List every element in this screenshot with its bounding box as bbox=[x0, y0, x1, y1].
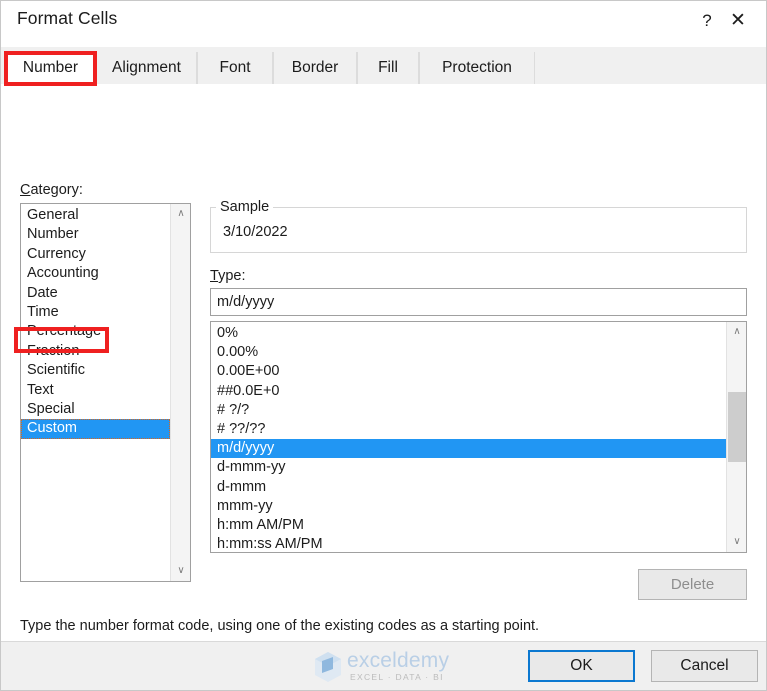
watermark-name: exceldemy bbox=[347, 649, 450, 672]
delete-button[interactable]: Delete bbox=[638, 569, 747, 600]
type-item[interactable]: # ??/?? bbox=[211, 420, 726, 439]
category-item[interactable]: Currency bbox=[21, 245, 170, 264]
type-item[interactable]: m/d/yyyy bbox=[211, 439, 726, 459]
category-item[interactable]: Time bbox=[21, 303, 170, 322]
type-label-rest: ype: bbox=[218, 268, 246, 284]
watermark-tagline: EXCEL · DATA · BI bbox=[350, 672, 444, 682]
type-item[interactable]: d-mmm bbox=[211, 478, 726, 497]
category-item[interactable]: Date bbox=[21, 284, 170, 303]
tab-fill[interactable]: Fill bbox=[357, 52, 419, 85]
type-item[interactable]: 0.00% bbox=[211, 343, 726, 362]
close-icon[interactable]: ✕ bbox=[720, 5, 756, 37]
tab-strip: Number Alignment Font Border Fill Protection bbox=[1, 47, 766, 85]
category-item[interactable]: Text bbox=[21, 381, 170, 400]
category-scroll-up-icon[interactable]: ∧ bbox=[171, 204, 190, 224]
type-scroll-up-icon[interactable]: ∧ bbox=[727, 322, 746, 342]
category-scroll-down-icon[interactable]: ∨ bbox=[171, 561, 190, 581]
type-label-accel: T bbox=[210, 268, 219, 284]
type-item[interactable]: mmm-yy bbox=[211, 497, 726, 516]
category-item[interactable]: Accounting bbox=[21, 264, 170, 283]
category-label: Category: bbox=[20, 182, 83, 198]
type-item[interactable]: # ?/? bbox=[211, 401, 726, 420]
category-item[interactable]: Fraction bbox=[21, 342, 170, 361]
tab-font[interactable]: Font bbox=[197, 52, 273, 85]
category-scrollbar[interactable]: ∧ ∨ bbox=[170, 204, 190, 581]
category-listbox[interactable]: General Number Currency Accounting Date Time P… bbox=[20, 203, 191, 582]
exceldemy-watermark: exceldemy EXCEL · DATA · BI bbox=[313, 649, 463, 685]
dialog-title: Format Cells bbox=[17, 8, 118, 28]
sample-groupbox bbox=[210, 207, 747, 253]
type-item[interactable]: h:mm AM/PM bbox=[211, 516, 726, 535]
type-label: Type: bbox=[210, 268, 245, 284]
type-listbox[interactable]: 0% 0.00% 0.00E+00 ##0.0E+0 # ?/? # ??/?? m/d/y… bbox=[210, 321, 747, 553]
dialog-footer: exceldemy EXCEL · DATA · BI OK Cancel bbox=[1, 641, 766, 690]
title-bar: Format Cells ? ✕ bbox=[1, 1, 766, 47]
ok-button[interactable]: OK bbox=[528, 650, 635, 682]
type-item[interactable]: d-mmm-yy bbox=[211, 458, 726, 477]
exceldemy-logo-icon bbox=[315, 652, 341, 682]
category-label-rest: ategory: bbox=[30, 182, 83, 198]
type-item[interactable]: ##0.0E+0 bbox=[211, 382, 726, 401]
type-scroll-down-icon[interactable]: ∨ bbox=[727, 532, 746, 552]
type-item-list: 0% 0.00% 0.00E+00 ##0.0E+0 # ?/? # ??/?? m/d/y… bbox=[211, 324, 726, 552]
format-cells-dialog: Format Cells ? ✕ Number Alignment Font Bord… bbox=[0, 0, 767, 691]
tab-protection[interactable]: Protection bbox=[419, 52, 535, 85]
category-item[interactable]: Number bbox=[21, 225, 170, 244]
category-item-list: General Number Currency Accounting Date Time P… bbox=[21, 206, 170, 439]
category-label-accel: C bbox=[20, 182, 31, 198]
type-scrollbar[interactable]: ∧ ∨ bbox=[726, 322, 746, 552]
type-item[interactable]: h:mm:ss AM/PM bbox=[211, 535, 726, 552]
type-item[interactable]: 0.00E+00 bbox=[211, 362, 726, 381]
category-item[interactable]: Percentage bbox=[21, 322, 170, 341]
tab-border[interactable]: Border bbox=[273, 52, 357, 85]
type-scroll-thumb[interactable] bbox=[728, 392, 746, 462]
tab-alignment[interactable]: Alignment bbox=[96, 52, 197, 85]
sample-legend: Sample bbox=[216, 199, 274, 215]
help-text: Type the number format code, using one o… bbox=[20, 618, 540, 634]
category-item[interactable]: Custom bbox=[21, 419, 170, 439]
tab-number[interactable]: Number bbox=[5, 52, 96, 85]
sample-value: 3/10/2022 bbox=[223, 224, 288, 240]
type-item[interactable]: 0% bbox=[211, 324, 726, 343]
number-tab-panel: Category: General Number Currency Accountin… bbox=[1, 84, 766, 641]
type-input[interactable] bbox=[210, 288, 747, 316]
cancel-button[interactable]: Cancel bbox=[651, 650, 758, 682]
category-item[interactable]: Scientific bbox=[21, 361, 170, 380]
category-item[interactable]: Special bbox=[21, 400, 170, 419]
category-item[interactable]: General bbox=[21, 206, 170, 225]
